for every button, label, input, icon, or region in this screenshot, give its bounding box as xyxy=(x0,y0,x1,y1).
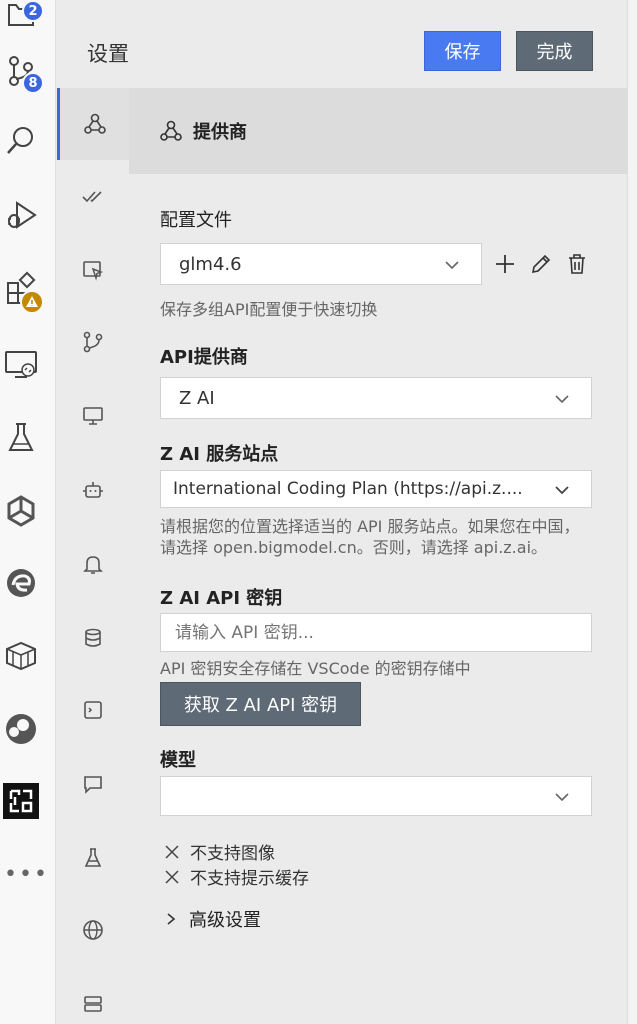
avatar-icon[interactable] xyxy=(0,704,42,754)
warning-icon xyxy=(20,290,44,314)
advanced-settings-toggle[interactable]: 高级设置 xyxy=(165,906,261,932)
testing-flask-icon[interactable] xyxy=(0,412,42,462)
capability-image: 不支持图像 xyxy=(164,839,275,864)
bell-icon xyxy=(83,556,103,574)
tab-browser[interactable] xyxy=(57,234,129,306)
close-icon xyxy=(165,844,179,859)
section-title: 提供商 xyxy=(193,122,247,143)
tab-checkpoints[interactable] xyxy=(57,306,129,378)
model-label: 模型 xyxy=(160,750,196,771)
model-select[interactable] xyxy=(160,776,592,816)
run-debug-icon[interactable] xyxy=(0,190,42,240)
monitor-icon xyxy=(83,407,103,425)
capability-cache: 不支持提示缓存 xyxy=(164,864,309,889)
chevron-right-icon xyxy=(167,913,176,925)
capability-image-text: 不支持图像 xyxy=(190,844,275,864)
explorer-badge: 2 xyxy=(22,0,44,22)
edge-browser-icon[interactable] xyxy=(0,558,42,608)
editor-edge xyxy=(627,0,637,1024)
api-key-label: Z AI API 密钥 xyxy=(160,588,283,609)
tab-auto-approve[interactable] xyxy=(57,160,129,232)
provider-label: API提供商 xyxy=(160,347,248,368)
settings-panel: 设置 保存 完成 提供商 配置文件 glm4.6 保存多组API配置便于快速切换… xyxy=(57,0,627,1024)
tab-server[interactable] xyxy=(57,968,129,1024)
tab-providers[interactable] xyxy=(57,88,129,160)
chevron-down-icon xyxy=(555,486,569,495)
trash-icon[interactable] xyxy=(565,252,589,276)
webhook-icon xyxy=(83,113,106,134)
server-icon xyxy=(84,996,102,1012)
endpoint-value: International Coding Plan (https://api.z… xyxy=(173,479,523,499)
container-icon[interactable] xyxy=(0,630,42,680)
edit-pencil-icon[interactable] xyxy=(529,252,553,276)
globe-icon xyxy=(83,920,103,940)
more-icon[interactable]: ••• xyxy=(4,862,49,887)
endpoint-help: 请根据您的位置选择适当的 API 服务站点。如果您在中国，请选择 open.bi… xyxy=(160,517,580,557)
capability-cache-text: 不支持提示缓存 xyxy=(190,869,309,889)
endpoint-select[interactable]: International Coding Plan (https://api.z… xyxy=(160,470,592,508)
qr-app-icon[interactable] xyxy=(0,776,42,826)
git-branch-icon xyxy=(83,331,103,353)
tab-language[interactable] xyxy=(57,894,129,966)
save-button[interactable]: 保存 xyxy=(424,31,501,71)
activity-bar: 2 8 ••• xyxy=(0,0,56,1024)
terminal-icon xyxy=(84,701,102,719)
webhook-icon xyxy=(160,120,182,141)
page-title: 设置 xyxy=(87,42,129,66)
done-button[interactable]: 完成 xyxy=(516,31,593,71)
tab-agents[interactable] xyxy=(57,454,129,526)
tab-context[interactable] xyxy=(57,602,129,674)
section-header: 提供商 xyxy=(129,88,627,174)
close-icon xyxy=(165,869,179,884)
tab-notifications[interactable] xyxy=(57,528,129,600)
database-icon xyxy=(85,628,101,647)
get-api-key-button[interactable]: 获取 Z AI API 密钥 xyxy=(160,682,361,726)
pointer-icon xyxy=(83,261,104,281)
api-key-help: API 密钥安全存储在 VSCode 的密钥存储中 xyxy=(160,659,471,678)
profile-value: glm4.6 xyxy=(179,253,242,275)
profile-help: 保存多组API配置便于快速切换 xyxy=(160,300,378,319)
chevron-down-icon xyxy=(555,395,569,404)
provider-select[interactable]: Z AI xyxy=(160,377,592,419)
advanced-settings-label: 高级设置 xyxy=(189,910,261,931)
remote-explorer-icon[interactable] xyxy=(0,338,42,388)
tab-experimental[interactable] xyxy=(57,822,129,894)
tab-prompts[interactable] xyxy=(57,748,129,820)
provider-value: Z AI xyxy=(179,387,215,409)
tab-notifications-display[interactable] xyxy=(57,380,129,452)
bot-icon xyxy=(83,482,103,498)
add-profile-icon[interactable] xyxy=(493,252,517,276)
tab-terminal[interactable] xyxy=(57,674,129,746)
flask-icon xyxy=(84,848,102,867)
chat-bubble-icon xyxy=(84,776,102,794)
api-key-field[interactable] xyxy=(160,613,592,652)
search-icon[interactable] xyxy=(0,116,42,166)
settings-tab-rail xyxy=(57,88,129,1024)
chevron-down-icon xyxy=(445,261,459,270)
endpoint-label: Z AI 服务站点 xyxy=(160,444,279,465)
openai-icon[interactable] xyxy=(0,486,42,536)
profile-label: 配置文件 xyxy=(160,210,232,231)
double-check-icon xyxy=(82,191,102,203)
chevron-down-icon xyxy=(555,793,569,802)
source-control-badge: 8 xyxy=(22,72,44,94)
api-key-input[interactable] xyxy=(161,614,591,651)
profile-select[interactable]: glm4.6 xyxy=(160,243,482,285)
